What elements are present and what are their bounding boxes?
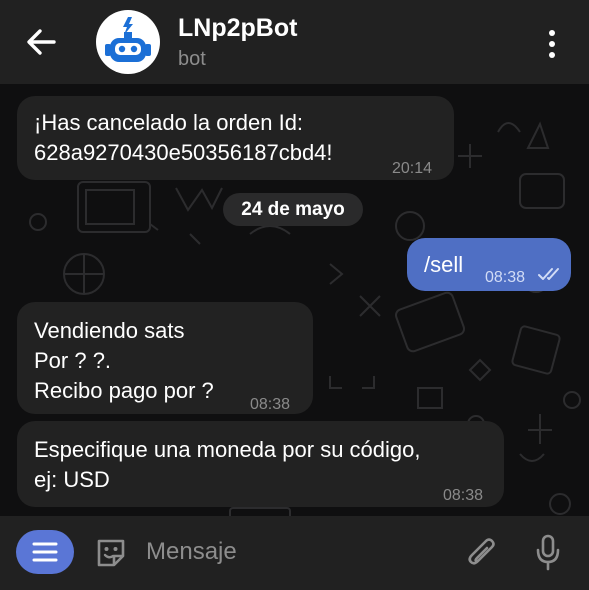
hamburger-icon: [32, 542, 58, 562]
message-bubble-incoming[interactable]: ¡Has cancelado la orden Id: 628a9270430e…: [17, 96, 454, 180]
message-text-line: /sell: [424, 252, 464, 277]
message-bubble-outgoing[interactable]: /sell 08:38: [407, 238, 571, 291]
chat-title[interactable]: LNp2pBot: [178, 14, 297, 43]
sticker-icon[interactable]: [94, 536, 128, 570]
robot-lightning-icon: [105, 17, 151, 62]
date-separator: 24 de mayo: [223, 193, 363, 226]
more-vertical-icon[interactable]: [544, 28, 560, 60]
bot-avatar[interactable]: [96, 10, 160, 74]
read-checkmarks-icon: [538, 268, 559, 280]
message-text-line: Por ? ?.: [34, 348, 112, 373]
message-input-bar: Mensaje: [0, 516, 589, 590]
message-text-line: Vendiendo sats: [34, 318, 185, 343]
message-list[interactable]: ¡Has cancelado la orden Id: 628a9270430e…: [0, 84, 589, 516]
message-time: 08:38: [443, 487, 484, 504]
microphone-icon[interactable]: [534, 534, 562, 572]
bot-menu-button[interactable]: [16, 530, 74, 574]
message-text-line: ¡Has cancelado la orden Id:: [34, 110, 304, 135]
message-time: 20:14: [392, 160, 433, 177]
message-time: 08:38: [485, 269, 526, 286]
message-text-line: 628a9270430e50356187cbd4!: [34, 140, 333, 165]
message-bubble-incoming[interactable]: Vendiendo sats Por ? ?. Recibo pago por …: [17, 302, 313, 414]
message-text-line: Recibo pago por ?: [34, 378, 214, 403]
chat-header: LNp2pBot bot: [0, 0, 589, 84]
message-text-line: ej: USD: [34, 467, 110, 492]
chat-subtitle: bot: [178, 48, 206, 70]
arrow-left-icon[interactable]: [26, 28, 56, 56]
paperclip-icon[interactable]: [466, 534, 498, 572]
message-input[interactable]: Mensaje: [146, 538, 237, 566]
message-text-line: Especifique una moneda por su código,: [34, 437, 421, 462]
message-time: 08:38: [250, 396, 291, 413]
message-bubble-incoming[interactable]: Especifique una moneda por su código, ej…: [17, 421, 504, 507]
